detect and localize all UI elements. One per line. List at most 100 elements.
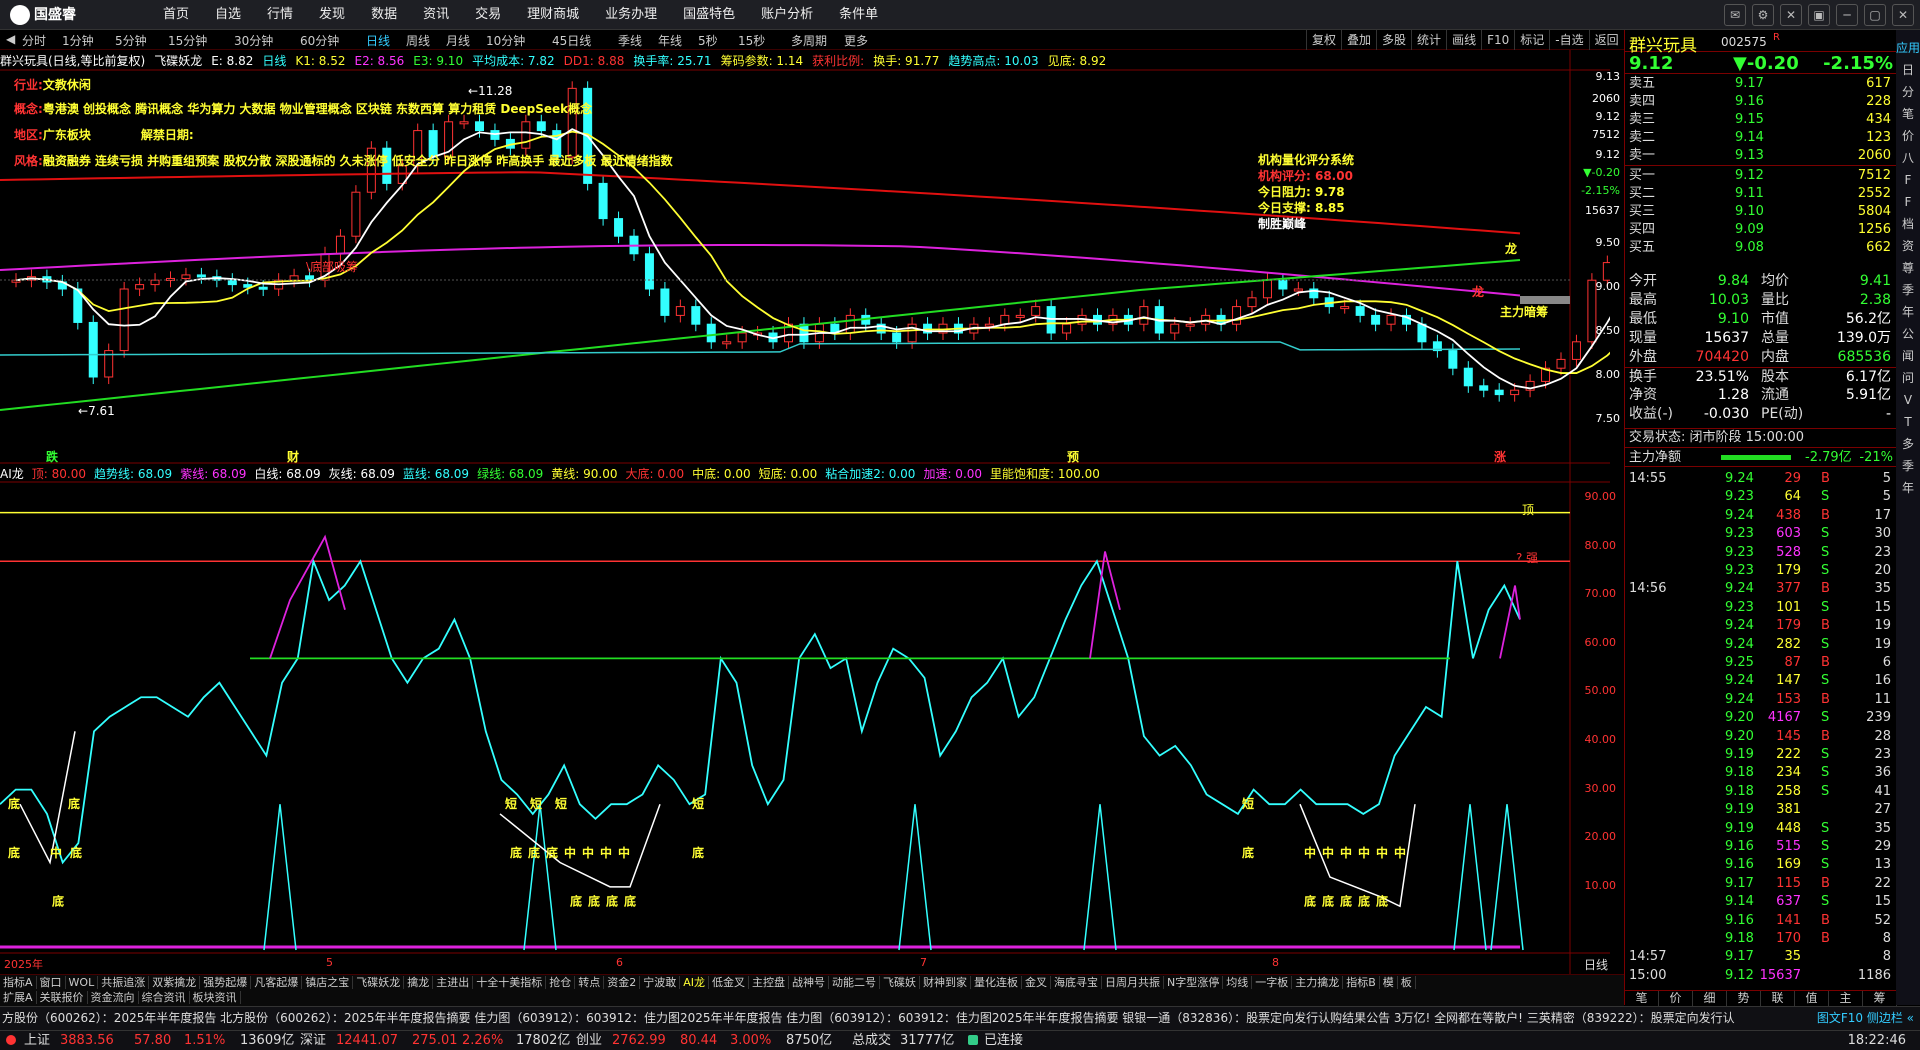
buy-row[interactable]: 买一 9.12 7512 — [1625, 167, 1897, 185]
message-icon[interactable]: ✉ — [1724, 4, 1746, 26]
side-tab-19[interactable]: 季 — [1896, 456, 1920, 476]
buy-row[interactable]: 买二 9.11 2552 — [1625, 185, 1897, 203]
period-tab-7[interactable]: 周线 — [406, 32, 430, 49]
side-tab-12[interactable]: 年 — [1896, 302, 1920, 322]
indicator-tab-14[interactable]: 资金2 — [604, 976, 641, 989]
indicator-tab-21[interactable]: 飞碟妖 — [879, 976, 920, 989]
chart-tool-2[interactable]: 多股 — [1376, 30, 1411, 50]
extension-tab-0[interactable]: 扩展A — [0, 991, 37, 1004]
buy-row[interactable]: 买五 9.08 662 — [1625, 239, 1897, 257]
indicator-tab-0[interactable]: 指标A — [0, 976, 37, 989]
panel-tab-7[interactable]: 筹 — [1863, 991, 1897, 1006]
indicator-tab-10[interactable]: 主进出 — [433, 976, 474, 989]
indicator-tab-33[interactable]: 板 — [1397, 976, 1416, 989]
side-tab-8[interactable]: 档 — [1896, 214, 1920, 234]
side-tab-1[interactable]: 日 — [1896, 60, 1920, 80]
chart-tool-4[interactable]: 画线 — [1446, 30, 1481, 50]
indicator-tab-4[interactable]: 双紫擒龙 — [149, 976, 201, 989]
side-tab-10[interactable]: 尊 — [1896, 258, 1920, 278]
side-tab-7[interactable]: F — [1896, 192, 1920, 212]
menu-item-7[interactable]: 理财商城 — [514, 0, 592, 30]
indicator-tab-12[interactable]: 抢仓 — [546, 976, 576, 989]
buy-row[interactable]: 买四 9.09 1256 — [1625, 221, 1897, 239]
skin-icon[interactable]: ▣ — [1808, 4, 1830, 26]
menu-item-11[interactable]: 条件单 — [826, 0, 891, 30]
indicator-tab-17[interactable]: 低金叉 — [708, 976, 749, 989]
indicator-tab-16[interactable]: AI龙 — [680, 976, 709, 989]
tools-icon[interactable]: ✕ — [1780, 4, 1802, 26]
sell-row[interactable]: 卖一 9.13 2060 — [1625, 147, 1897, 165]
chart-tool-3[interactable]: 统计 — [1411, 30, 1446, 50]
panel-tab-3[interactable]: 势 — [1727, 991, 1761, 1006]
buy-row[interactable]: 买三 9.10 5804 — [1625, 203, 1897, 221]
extension-tab-3[interactable]: 综合资讯 — [138, 991, 190, 1004]
app-logo[interactable]: 国盛睿 — [10, 4, 90, 26]
indicator-tab-5[interactable]: 强势起爆 — [200, 976, 252, 989]
side-tab-0[interactable]: 应用 — [1896, 38, 1920, 58]
extension-tab-2[interactable]: 资金流向 — [87, 991, 139, 1004]
chart-tool-7[interactable]: -自选 — [1549, 30, 1588, 50]
panel-tab-6[interactable]: 主 — [1829, 991, 1863, 1006]
period-prev-icon[interactable]: ◀ — [6, 32, 15, 46]
news-ticker[interactable]: 方股份（600262）：2025年半年度报告 北方股份（600262）：2025… — [0, 1006, 1920, 1030]
period-tab-0[interactable]: 分时 — [22, 32, 46, 49]
indicator-tab-19[interactable]: 战神号 — [788, 976, 829, 989]
side-tab-18[interactable]: 多 — [1896, 434, 1920, 454]
indicator-tab-13[interactable]: 转点 — [575, 976, 605, 989]
indicator-tab-23[interactable]: 量化连板 — [970, 976, 1022, 989]
period-tab-13[interactable]: 5秒 — [698, 32, 718, 49]
sell-row[interactable]: 卖二 9.14 123 — [1625, 129, 1897, 147]
indicator-tab-31[interactable]: 指标B — [1343, 976, 1380, 989]
side-tab-9[interactable]: 资 — [1896, 236, 1920, 256]
period-tab-9[interactable]: 10分钟 — [486, 32, 525, 49]
menu-item-2[interactable]: 行情 — [254, 0, 306, 30]
indicator-tab-6[interactable]: 凡客起爆 — [251, 976, 303, 989]
menu-item-6[interactable]: 交易 — [462, 0, 514, 30]
panel-tab-0[interactable]: 笔 — [1625, 991, 1659, 1006]
period-tab-3[interactable]: 15分钟 — [168, 32, 207, 49]
side-tab-4[interactable]: 价 — [1896, 126, 1920, 146]
menu-item-0[interactable]: 首页 — [150, 0, 202, 30]
panel-tab-5[interactable]: 值 — [1795, 991, 1829, 1006]
period-tab-14[interactable]: 15秒 — [738, 32, 765, 49]
period-tab-1[interactable]: 1分钟 — [62, 32, 94, 49]
period-tab-11[interactable]: 季线 — [618, 32, 642, 49]
indicator-tab-11[interactable]: 十全十美指标 — [473, 976, 547, 989]
indicator-tab-3[interactable]: 共振追涨 — [98, 976, 150, 989]
sidebar-toggle[interactable]: 图文F10 侧边栏 « — [1810, 1007, 1920, 1029]
period-tab-5[interactable]: 60分钟 — [300, 32, 339, 49]
indicator-tab-8[interactable]: 飞碟妖龙 — [353, 976, 405, 989]
side-tab-14[interactable]: 闻 — [1896, 346, 1920, 366]
chart-tool-0[interactable]: 复权 — [1306, 30, 1341, 50]
period-tab-8[interactable]: 月线 — [446, 32, 470, 49]
indicator-tab-25[interactable]: 海底寻宝 — [1050, 976, 1102, 989]
indicator-tab-22[interactable]: 财神到家 — [919, 976, 971, 989]
menu-item-8[interactable]: 业务办理 — [592, 0, 670, 30]
side-tab-13[interactable]: 公 — [1896, 324, 1920, 344]
side-tab-16[interactable]: V — [1896, 390, 1920, 410]
side-tab-2[interactable]: 分 — [1896, 82, 1920, 102]
period-tab-12[interactable]: 年线 — [658, 32, 682, 49]
indicator-tab-20[interactable]: 动能二号 — [828, 976, 880, 989]
period-tab-6[interactable]: 日线 — [366, 32, 390, 49]
settings-icon[interactable]: ⚙ — [1752, 4, 1774, 26]
indicator-tab-2[interactable]: WOL — [65, 976, 99, 989]
period-tab-10[interactable]: 45日线 — [552, 32, 591, 49]
period-tab-4[interactable]: 30分钟 — [234, 32, 273, 49]
chart-tool-5[interactable]: F10 — [1481, 30, 1514, 50]
side-tab-11[interactable]: 季 — [1896, 280, 1920, 300]
indicator-tab-30[interactable]: 主力擒龙 — [1292, 976, 1344, 989]
period-tab-15[interactable]: 多周期 — [791, 32, 827, 49]
period-tab-2[interactable]: 5分钟 — [115, 32, 147, 49]
chart-tool-6[interactable]: 标记 — [1514, 30, 1549, 50]
side-tab-20[interactable]: 年 — [1896, 478, 1920, 498]
side-tab-3[interactable]: 笔 — [1896, 104, 1920, 124]
side-tab-5[interactable]: 八 — [1896, 148, 1920, 168]
menu-item-9[interactable]: 国盛特色 — [670, 0, 748, 30]
sell-row[interactable]: 卖五 9.17 617 — [1625, 75, 1897, 93]
panel-tab-4[interactable]: 联 — [1761, 991, 1795, 1006]
indicator-tab-27[interactable]: N字型涨停 — [1163, 976, 1224, 989]
side-tab-15[interactable]: 问 — [1896, 368, 1920, 388]
extension-tab-1[interactable]: 关联报价 — [36, 991, 88, 1004]
chart-tool-8[interactable]: 返回 — [1588, 30, 1624, 50]
